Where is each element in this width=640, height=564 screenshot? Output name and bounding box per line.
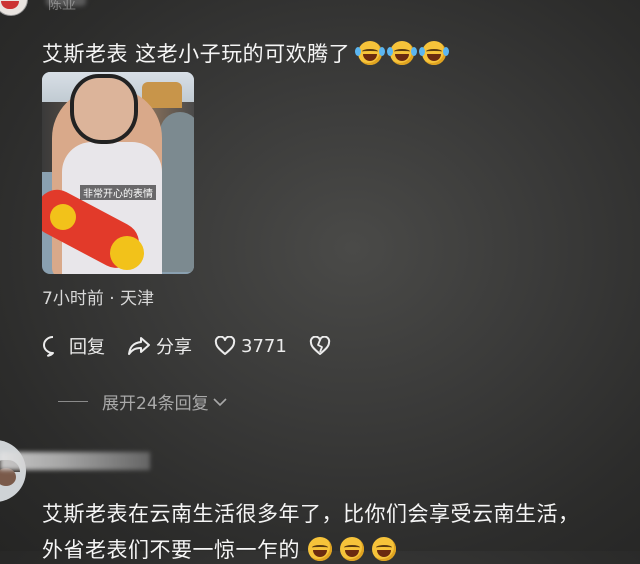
avatar[interactable] [0, 0, 28, 16]
dislike-button[interactable] [309, 336, 336, 356]
share-button[interactable]: 分享 [127, 333, 192, 359]
comment-text-line: 外省老表们不要一惊一乍的 [42, 534, 396, 564]
grimace-emoji-icon [340, 537, 364, 561]
comment-body: 外省老表们不要一惊一乍的 [42, 538, 300, 562]
divider-line [58, 401, 88, 402]
image-caption: 非常开心的表情 [80, 185, 156, 200]
comment-text: 艾斯老表 这老小子玩的可欢腾了 [42, 38, 450, 68]
grimace-emoji-icon [308, 537, 332, 561]
grimace-emoji-icon [372, 537, 396, 561]
expand-replies-button[interactable]: 展开24条回复 [58, 389, 228, 414]
username[interactable]: 陈亚 [48, 0, 76, 14]
like-count: 3771 [241, 335, 287, 357]
laughing-tears-emoji-icon [419, 41, 450, 65]
laughing-tears-emoji-icon [387, 41, 418, 65]
comment-meta: 7小时前 · 天津 [42, 289, 155, 309]
expand-replies-label: 展开24条回复 [102, 394, 209, 414]
comment-body: 艾斯老表 这老小子玩的可欢腾了 [42, 42, 351, 66]
reply-button[interactable]: 回复 [42, 333, 105, 359]
like-button[interactable]: 3771 [214, 336, 287, 357]
comment-image[interactable]: 非常开心的表情 [42, 72, 194, 274]
comment-text-line: 艾斯老表在云南生活很多年了，比你们会享受云南生活， [42, 502, 580, 526]
laughing-tears-emoji-icon [355, 41, 386, 65]
share-label: 分享 [156, 337, 192, 358]
reply-label: 回复 [69, 337, 105, 358]
username-blurred [0, 452, 150, 470]
broken-heart-icon [309, 336, 330, 355]
avatar[interactable] [0, 440, 26, 502]
chevron-down-icon [213, 397, 227, 406]
share-icon [128, 337, 150, 355]
heart-icon [214, 336, 236, 355]
comment-actions: 回复 分享 3771 [42, 333, 358, 359]
comment-bubble-icon [43, 336, 54, 357]
